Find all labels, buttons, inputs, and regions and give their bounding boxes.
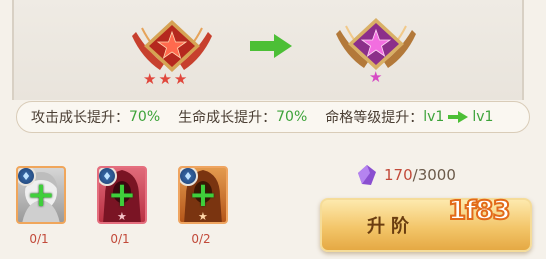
current-emblem-icon — [132, 20, 212, 72]
currency-display: 170 /3000 — [356, 164, 456, 186]
star-icon: ★ — [173, 70, 188, 88]
water-element-icon: ♦ — [18, 168, 36, 186]
material-slot-1[interactable]: + ♦ — [16, 166, 66, 224]
material-slot-3[interactable]: + ♦ ★ — [178, 166, 228, 224]
rank-level-label: 命格等级提升： — [325, 110, 424, 126]
material-count-1: 0/1 — [29, 232, 49, 246]
star-icon: ★ — [143, 70, 157, 88]
level-arrow-icon — [448, 111, 469, 123]
next-stars: ★ — [369, 70, 382, 85]
watermark-logo: 1f83 — [447, 195, 512, 227]
current-stars: ★ ★ ★ — [143, 72, 187, 87]
water-element-icon: ♦ — [99, 168, 117, 186]
material-count-2: 0/1 — [110, 232, 130, 246]
material-count-3: 0/2 — [191, 232, 211, 246]
rank-level-from: lv1 — [423, 109, 445, 125]
hp-growth-value: 70% — [276, 109, 308, 125]
star-icon: ★ — [369, 68, 383, 86]
rank-level-to: lv1 — [472, 109, 494, 125]
upgrade-arrow-icon — [250, 34, 292, 58]
upgrade-button-label: 升阶 — [367, 216, 415, 237]
currency-have: 170 — [384, 166, 413, 184]
attack-growth-label: 攻击成长提升： — [31, 110, 129, 126]
star-icon: ★ — [198, 210, 208, 223]
stat-increase-bar: 攻击成长提升： 70% 生命成长提升： 70% 命格等级提升： lv1 lv1 — [16, 101, 530, 133]
currency-need: /3000 — [412, 166, 456, 184]
water-element-icon: ♦ — [180, 168, 198, 186]
hp-growth-label: 生命成长提升： — [178, 110, 277, 126]
material-slot-2[interactable]: + ♦ ★ — [97, 166, 147, 224]
attack-growth-value: 70% — [129, 109, 161, 125]
purple-crystal-icon — [358, 165, 376, 185]
star-icon: ★ — [117, 210, 127, 223]
star-icon: ★ — [158, 70, 172, 88]
